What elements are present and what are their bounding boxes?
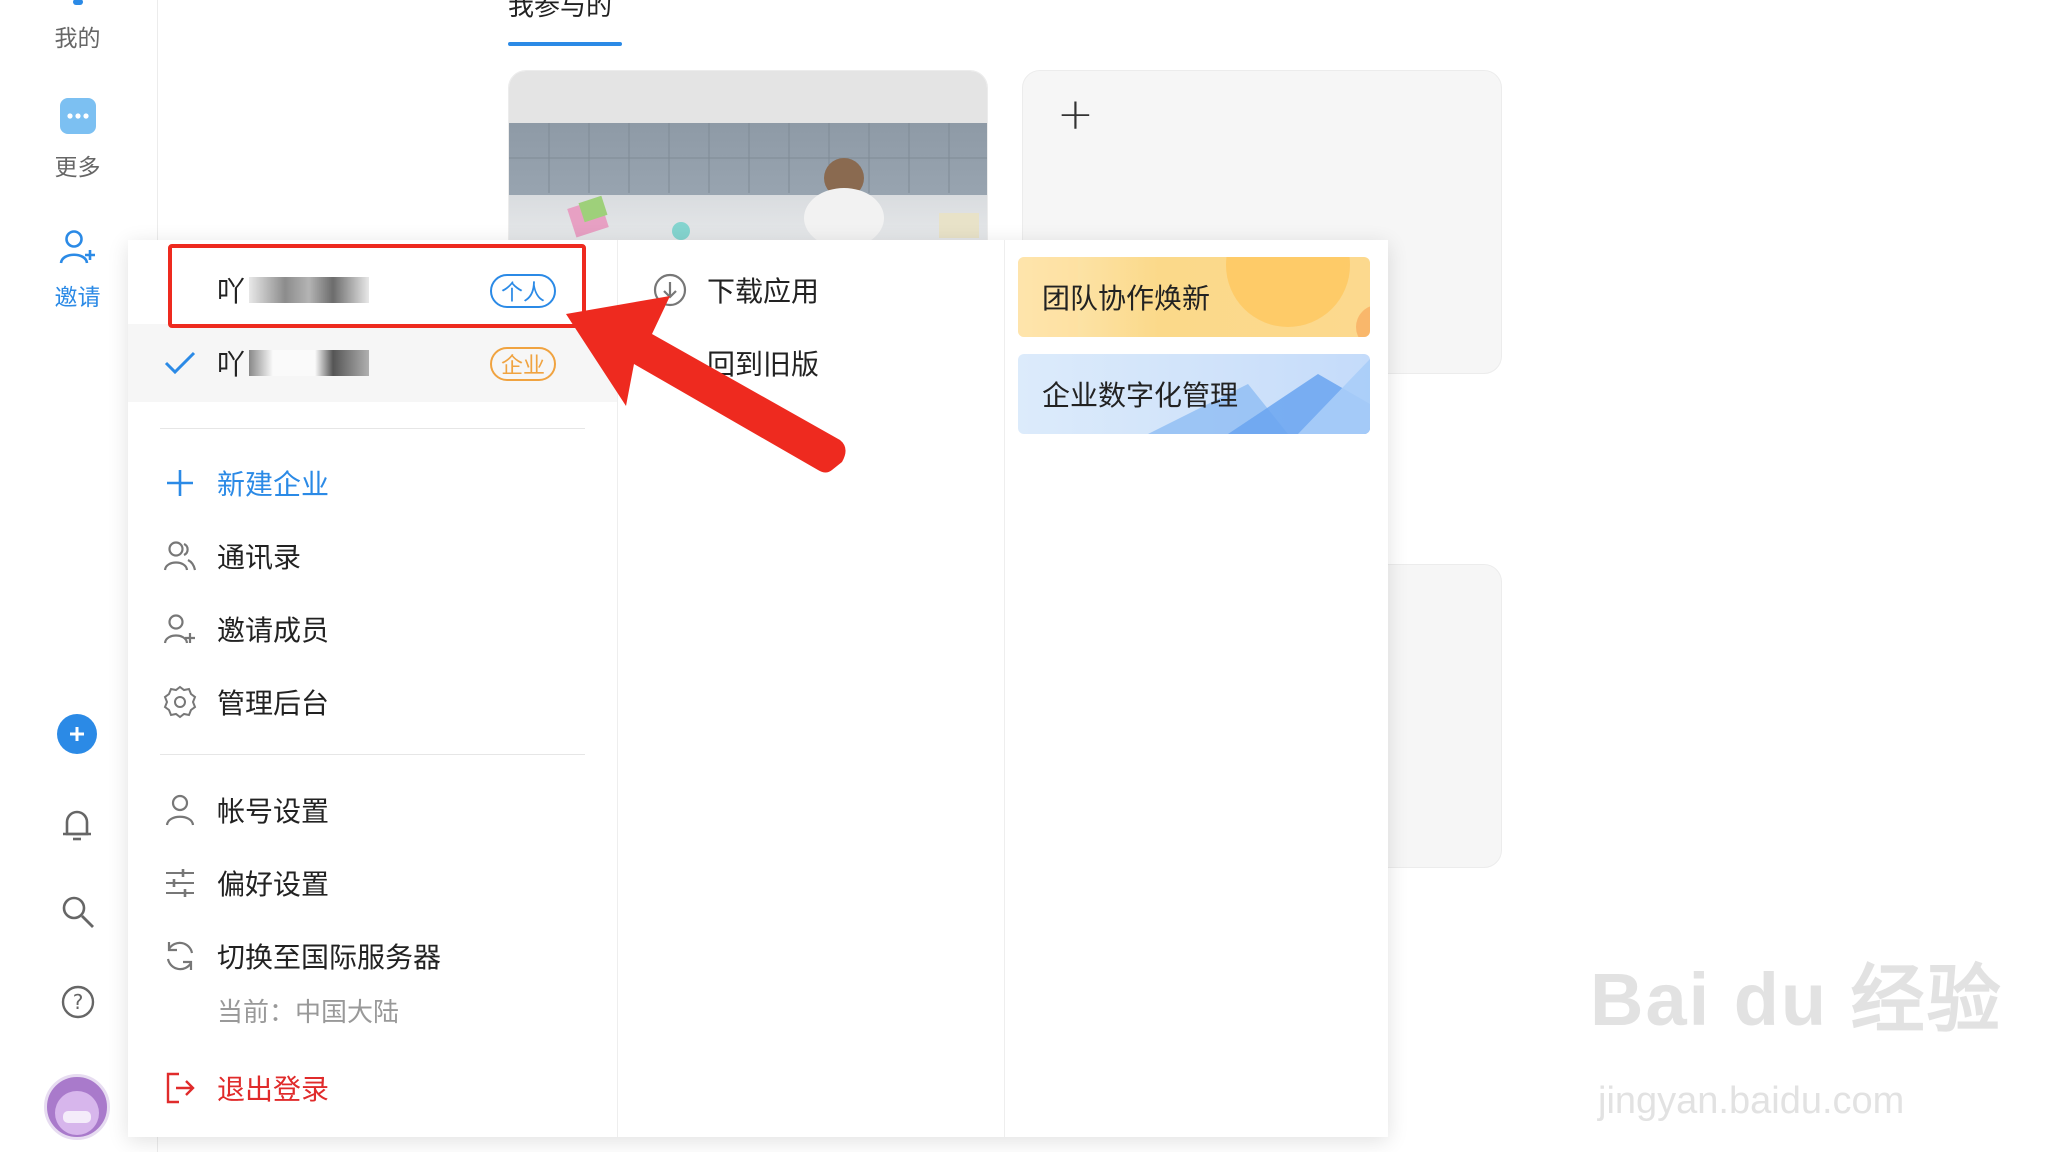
svg-text:?: ? [73,990,84,1014]
watermark-url: jingyan.baidu.com [1598,1080,1905,1122]
plus-icon [70,727,84,741]
gear-icon [160,682,200,722]
account-name-enterprise: 吖 [217,349,246,380]
search-icon [62,896,94,928]
promo-enterprise-digital[interactable]: 企业数字化管理 [1018,354,1370,434]
check-icon [160,343,200,383]
logout-item[interactable]: 退出登录 [160,1063,329,1113]
new-enterprise-label: 新建企业 [217,469,330,500]
tab-participated[interactable]: 我参与的 [508,0,612,23]
contacts-icon [160,536,200,576]
account-settings-label: 帐号设置 [217,796,330,827]
avatar[interactable] [44,1074,110,1140]
promo-team-collab[interactable]: 团队协作焕新 [1018,257,1370,337]
more-icon [59,98,96,134]
menu-divider-2 [160,754,585,755]
person-icon [72,0,83,5]
invite-user-icon [59,230,95,264]
annotation-arrow [566,296,846,473]
annotation-highlight-box [168,244,586,328]
switch-server-item[interactable]: 切换至国际服务器 [160,931,441,981]
search-button[interactable] [60,894,96,935]
redacted-name-blur-2 [249,350,370,376]
invite-member-icon [160,609,200,649]
user-icon [160,790,200,830]
contacts-item[interactable]: 通讯录 [160,531,301,581]
promo-team-collab-label: 团队协作焕新 [1042,283,1211,314]
logout-icon [160,1068,200,1108]
add-icon: + [1057,89,1094,140]
column-divider-2 [1004,240,1005,1137]
project-cover-image [509,71,987,123]
create-button[interactable] [57,714,97,754]
refresh-icon [160,936,200,976]
notification-button[interactable] [60,806,94,849]
help-button[interactable]: ? [60,984,96,1025]
project-cover-photo [509,123,987,248]
nav-item-mine[interactable]: 我的 [0,0,155,53]
switch-server-label: 切换至国际服务器 [217,942,442,973]
admin-console-label: 管理后台 [217,688,330,719]
invite-members-item[interactable]: 邀请成员 [160,604,329,654]
watermark-brand: Bai du 经验 [1590,958,2003,1041]
contacts-label: 通讯录 [217,542,302,573]
promo-enterprise-digital-label: 企业数字化管理 [1042,380,1239,411]
admin-console-item[interactable]: 管理后台 [160,677,329,727]
current-server-text: 当前：中国大陆 [217,997,400,1027]
nav-mine-label: 我的 [54,25,101,51]
preferences-item[interactable]: 偏好设置 [160,858,329,908]
invite-members-label: 邀请成员 [217,615,330,646]
plus-icon [160,463,200,503]
logout-label: 退出登录 [217,1074,330,1105]
bell-icon [63,810,91,841]
nav-more-label: 更多 [54,154,101,180]
account-settings-item[interactable]: 帐号设置 [160,785,329,835]
help-icon: ? [61,985,95,1019]
tab-active-underline [508,42,622,46]
menu-divider-1 [160,428,585,429]
sliders-icon [160,863,200,903]
avatar-face-icon [55,1091,99,1135]
new-enterprise-item[interactable]: 新建企业 [160,458,329,508]
preferences-label: 偏好设置 [217,869,330,900]
nav-item-more[interactable]: 更多 [0,96,155,182]
badge-enterprise: 企业 [490,347,557,381]
